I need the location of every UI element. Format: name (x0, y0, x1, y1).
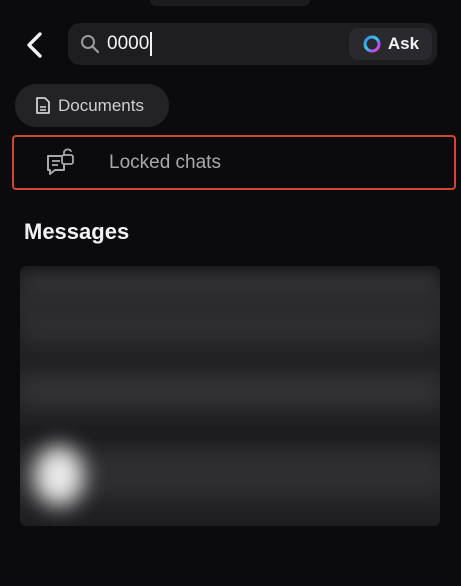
locked-chats-item[interactable]: Locked chats (12, 135, 456, 190)
locked-chat-icon (44, 146, 78, 180)
filter-chip-documents[interactable]: Documents (15, 84, 169, 127)
search-query-text: 0000 (107, 33, 150, 54)
filter-chip-label: Documents (58, 95, 144, 115)
back-button[interactable] (18, 28, 52, 62)
search-screen: 0000 Ask Documents Locked chats Messages (0, 0, 461, 586)
blurred-message-list[interactable] (20, 266, 440, 526)
chevron-left-icon (27, 32, 42, 58)
blurred-message-row (20, 274, 440, 292)
ask-button[interactable]: Ask (349, 28, 432, 60)
search-icon (80, 34, 100, 54)
search-bar[interactable]: 0000 Ask (68, 23, 437, 65)
search-input[interactable]: 0000 (107, 31, 153, 57)
ai-ring-icon (363, 35, 381, 53)
ask-label: Ask (387, 34, 420, 53)
messages-section-title: Messages (24, 219, 130, 244)
blurred-avatar (34, 446, 84, 506)
document-icon (36, 97, 50, 114)
blurred-message-row (20, 376, 440, 406)
blurred-message-row (20, 306, 440, 346)
text-caret (150, 32, 153, 56)
locked-chats-label: Locked chats (109, 151, 221, 173)
device-notch (150, 0, 310, 6)
